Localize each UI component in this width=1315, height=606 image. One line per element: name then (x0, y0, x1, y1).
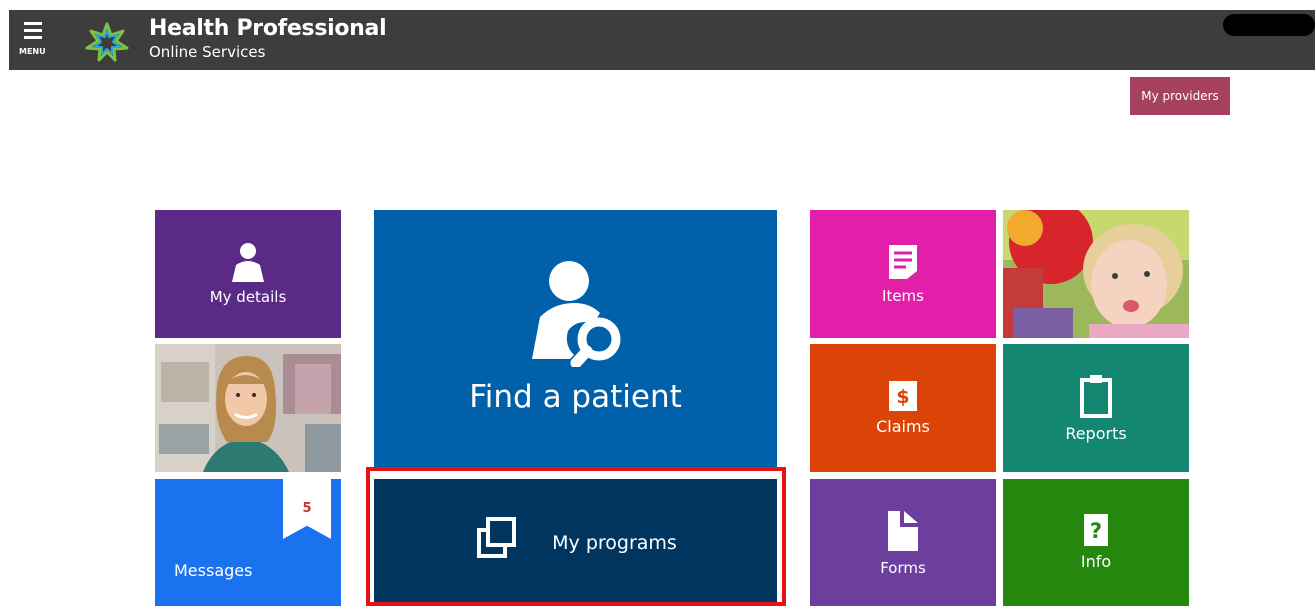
my-providers-button[interactable]: My providers (1130, 77, 1230, 115)
messages-count-badge: 5 (283, 479, 331, 539)
child-photo (1003, 210, 1189, 338)
my-details-tile[interactable]: My details (155, 210, 341, 338)
find-patient-tile[interactable]: Find a patient (374, 210, 777, 468)
claims-tile[interactable]: $ Claims (810, 344, 996, 472)
items-label: Items (882, 287, 924, 305)
app-title[interactable]: Health Professional (149, 16, 387, 41)
star-logo-icon[interactable] (85, 22, 129, 62)
clipboard-icon (1080, 374, 1112, 418)
document-list-icon (889, 245, 917, 279)
question-icon: ? (1084, 514, 1108, 546)
form-document-icon (888, 510, 918, 551)
hamburger-icon-bar (24, 29, 42, 32)
account-name-redacted[interactable] (1223, 14, 1315, 36)
top-bar: MENU Health Professional Online Services (9, 10, 1315, 70)
person-icon (232, 243, 264, 282)
hamburger-icon (24, 22, 42, 25)
forms-tile[interactable]: Forms (810, 479, 996, 606)
messages-label: Messages (174, 561, 253, 580)
nurse-photo (155, 344, 341, 472)
reports-tile[interactable]: Reports (1003, 344, 1189, 472)
copy-programs-icon (477, 516, 517, 558)
items-tile[interactable]: Items (810, 210, 996, 338)
my-programs-label: My programs (552, 531, 677, 554)
search-patient-icon (531, 261, 620, 367)
info-tile[interactable]: ? Info (1003, 479, 1189, 606)
dollar-icon: $ (889, 380, 917, 411)
info-label: Info (1080, 552, 1112, 571)
forms-label: Forms (880, 558, 926, 577)
find-patient-label: Find a patient (469, 379, 682, 415)
reports-label: Reports (1065, 423, 1127, 443)
svg-text:$: $ (896, 386, 909, 408)
app-subtitle: Online Services (149, 43, 266, 61)
messages-tile[interactable]: 5 Messages (155, 479, 341, 606)
my-programs-tile[interactable]: My programs (374, 479, 777, 606)
menu-button[interactable]: MENU (19, 22, 55, 62)
hamburger-icon-bar (24, 36, 42, 39)
my-details-label: My details (209, 288, 287, 306)
claims-label: Claims (876, 416, 930, 436)
svg-text:?: ? (1090, 519, 1102, 543)
menu-label: MENU (19, 47, 46, 56)
